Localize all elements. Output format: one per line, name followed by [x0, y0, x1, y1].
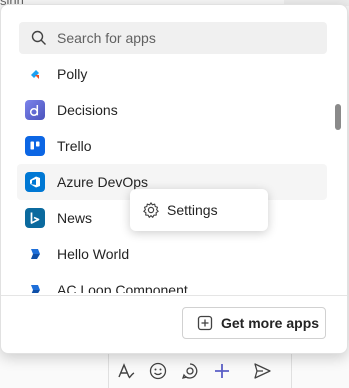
search-input[interactable]	[55, 29, 309, 47]
app-name: AC Loop Component	[57, 282, 188, 293]
trello-icon	[25, 136, 45, 156]
app-name: Hello World	[57, 246, 130, 262]
app-item-trello[interactable]: Trello	[17, 128, 327, 164]
get-more-apps-button[interactable]: Get more apps	[182, 307, 326, 339]
divider	[1, 295, 347, 296]
add-app-icon[interactable]	[211, 360, 233, 382]
app-item-decisions[interactable]: Decisions	[17, 92, 327, 128]
app-item-polly[interactable]: Polly	[17, 60, 327, 92]
search-icon	[31, 29, 49, 47]
news-icon	[25, 208, 45, 228]
get-more-apps-label: Get more apps	[221, 315, 320, 331]
apps-flyout: Polly Decisions Trello Azure DevOps News	[0, 4, 348, 354]
decisions-icon	[25, 100, 45, 120]
scrollbar-thumb[interactable]	[335, 104, 341, 130]
settings-menu-item[interactable]: Settings	[130, 189, 268, 231]
app-name: Trello	[57, 138, 92, 154]
composer-toolbar	[108, 352, 292, 388]
app-name: Decisions	[57, 102, 118, 118]
app-item-hello-world[interactable]: Hello World	[17, 236, 327, 272]
polly-icon	[25, 64, 45, 84]
app-context-menu: Settings	[130, 189, 268, 231]
app-name: Azure DevOps	[57, 174, 149, 190]
app-search-box[interactable]	[19, 22, 327, 54]
app-list: Polly Decisions Trello Azure DevOps News	[17, 60, 327, 293]
emoji-icon[interactable]	[147, 360, 169, 382]
settings-label: Settings	[167, 202, 218, 218]
app-name: Polly	[57, 66, 88, 82]
app-name: News	[57, 210, 93, 226]
azure-devops-icon	[25, 172, 45, 192]
send-icon[interactable]	[251, 360, 273, 382]
ac-loop-icon	[25, 280, 45, 293]
gear-icon	[142, 201, 160, 219]
hello-world-icon	[25, 244, 45, 264]
format-icon[interactable]	[115, 360, 137, 382]
app-item-ac-loop-component[interactable]: AC Loop Component	[17, 272, 327, 293]
loop-icon[interactable]	[179, 360, 201, 382]
add-square-icon	[197, 315, 213, 331]
